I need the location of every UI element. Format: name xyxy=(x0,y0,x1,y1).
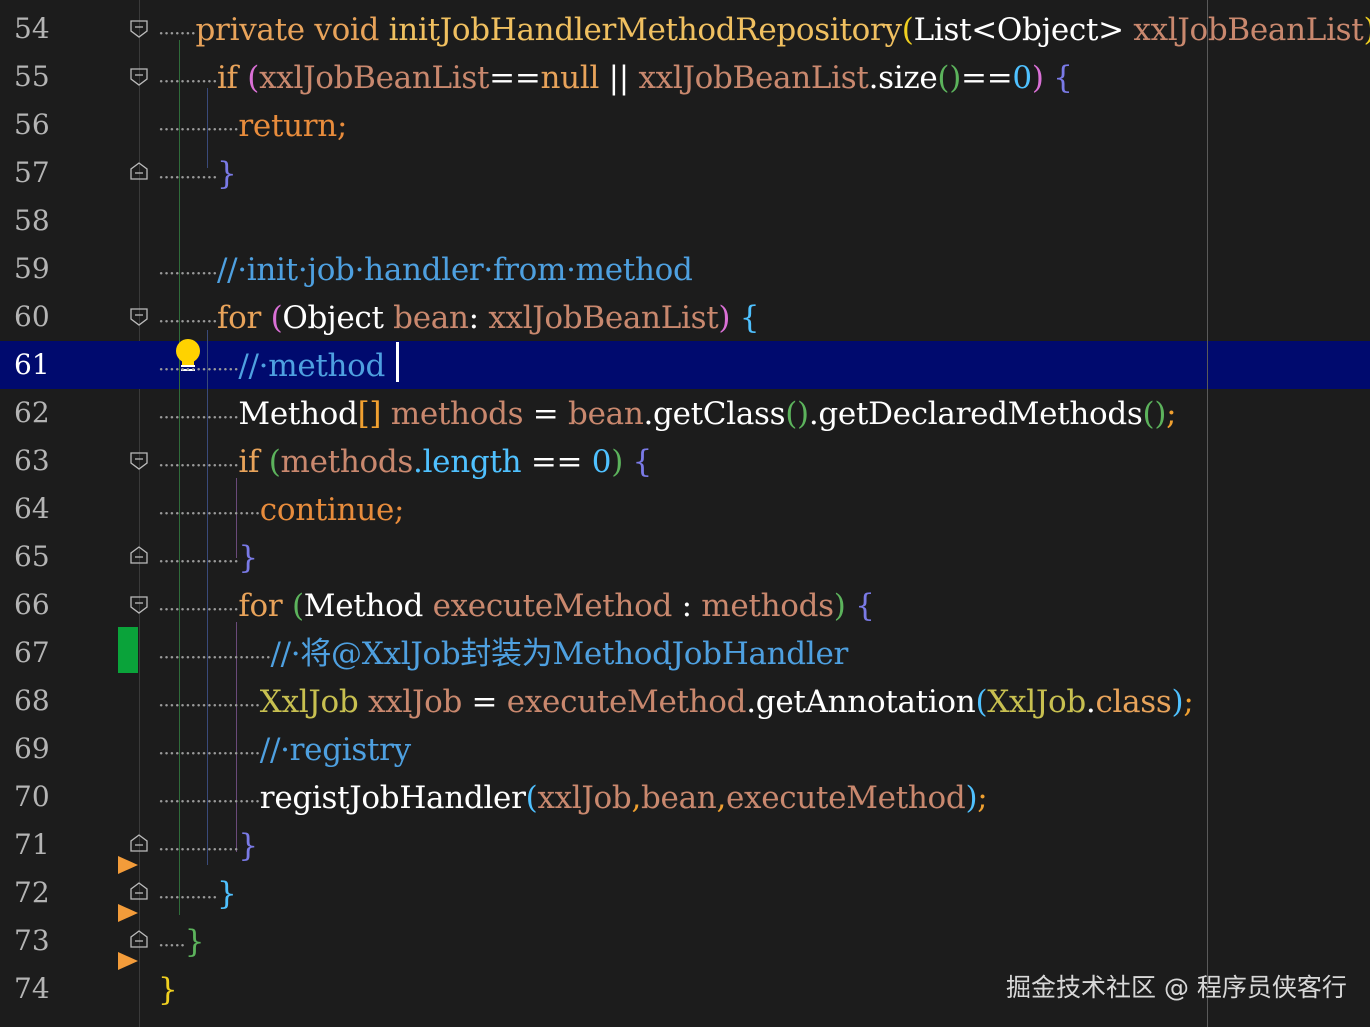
code-line-69[interactable]: ···················//·registry xyxy=(158,730,411,773)
breakpoint-arrow-icon[interactable] xyxy=(118,952,138,970)
line-number: 69 xyxy=(14,732,50,765)
code-line-59[interactable]: ···········//·init·job·handler·from·meth… xyxy=(158,250,693,293)
fold-icon[interactable] xyxy=(130,308,148,326)
line-number: 54 xyxy=(14,12,50,45)
line-number: 57 xyxy=(14,156,50,189)
code-line-64[interactable]: ···················continue; xyxy=(158,490,404,533)
line-number: 68 xyxy=(14,684,50,717)
breakpoint-arrow-icon[interactable] xyxy=(118,856,138,874)
line-number: 56 xyxy=(14,108,50,141)
unfold-end-icon[interactable] xyxy=(130,834,148,852)
right-margin-guide xyxy=(1207,0,1208,1027)
watermark: 掘金技术社区 @ 程序员侠客行 xyxy=(1006,973,1347,1002)
line-number: 74 xyxy=(14,972,50,1005)
change-marker xyxy=(118,627,138,673)
code-line-72[interactable]: ···········} xyxy=(158,874,237,917)
line-number: 67 xyxy=(14,636,50,669)
line-number: 71 xyxy=(14,828,50,861)
code-line-65[interactable]: ···············} xyxy=(158,538,258,581)
breakpoint-arrow-icon[interactable] xyxy=(118,904,138,922)
line-number: 73 xyxy=(14,924,50,957)
line-number: 70 xyxy=(14,780,50,813)
code-line-63[interactable]: ···············if (methods.length == 0) … xyxy=(158,442,652,485)
code-line-60[interactable]: ···········for (Object bean: xxlJobBeanL… xyxy=(158,298,759,341)
code-line-68[interactable]: ···················XxlJob xxlJob = execu… xyxy=(158,682,1194,725)
line-number: 55 xyxy=(14,60,50,93)
line-number: 66 xyxy=(14,588,50,621)
code-line-57[interactable]: ···········} xyxy=(158,154,237,197)
unfold-end-icon[interactable] xyxy=(130,930,148,948)
code-line-70[interactable]: ···················registJobHandler(xxlJ… xyxy=(158,778,988,821)
line-number: 59 xyxy=(14,252,50,285)
line-number: 62 xyxy=(14,396,50,429)
code-line-54[interactable]: ·······private void initJobHandlerMethod… xyxy=(158,10,1370,53)
unfold-end-icon[interactable] xyxy=(130,882,148,900)
fold-icon[interactable] xyxy=(130,68,148,86)
fold-icon[interactable] xyxy=(130,20,148,38)
code-line-74[interactable]: } xyxy=(158,970,178,1010)
line-number: 58 xyxy=(14,204,50,237)
code-line-67[interactable]: ·····················//·将@XxlJob封装为Metho… xyxy=(158,634,848,677)
code-line-71[interactable]: ···············} xyxy=(158,826,258,869)
unfold-end-icon[interactable] xyxy=(130,162,148,180)
line-number: 60 xyxy=(14,300,50,333)
code-line-62[interactable]: ···············Method[] methods = bean.g… xyxy=(158,394,1177,437)
fold-icon[interactable] xyxy=(130,596,148,614)
fold-icon[interactable] xyxy=(130,452,148,470)
code-line-56[interactable]: ···············return; xyxy=(158,106,347,149)
code-line-55[interactable]: ···········if (xxlJobBeanList==null || x… xyxy=(158,58,1073,101)
code-editor[interactable]: 54 55 56 57 58 59 60 61 62 63 64 65 66 6… xyxy=(0,0,1370,1027)
unfold-end-icon[interactable] xyxy=(130,546,148,564)
text-caret xyxy=(396,342,399,382)
code-line-61[interactable]: ···············//·method xyxy=(158,346,385,389)
line-number: 61 xyxy=(14,348,50,381)
line-number: 64 xyxy=(14,492,50,525)
line-number: 65 xyxy=(14,540,50,573)
code-line-66[interactable]: ···············for (Method executeMethod… xyxy=(158,586,875,629)
line-number: 72 xyxy=(14,876,50,909)
line-number: 63 xyxy=(14,444,50,477)
code-line-73[interactable]: ·····} xyxy=(158,922,205,965)
